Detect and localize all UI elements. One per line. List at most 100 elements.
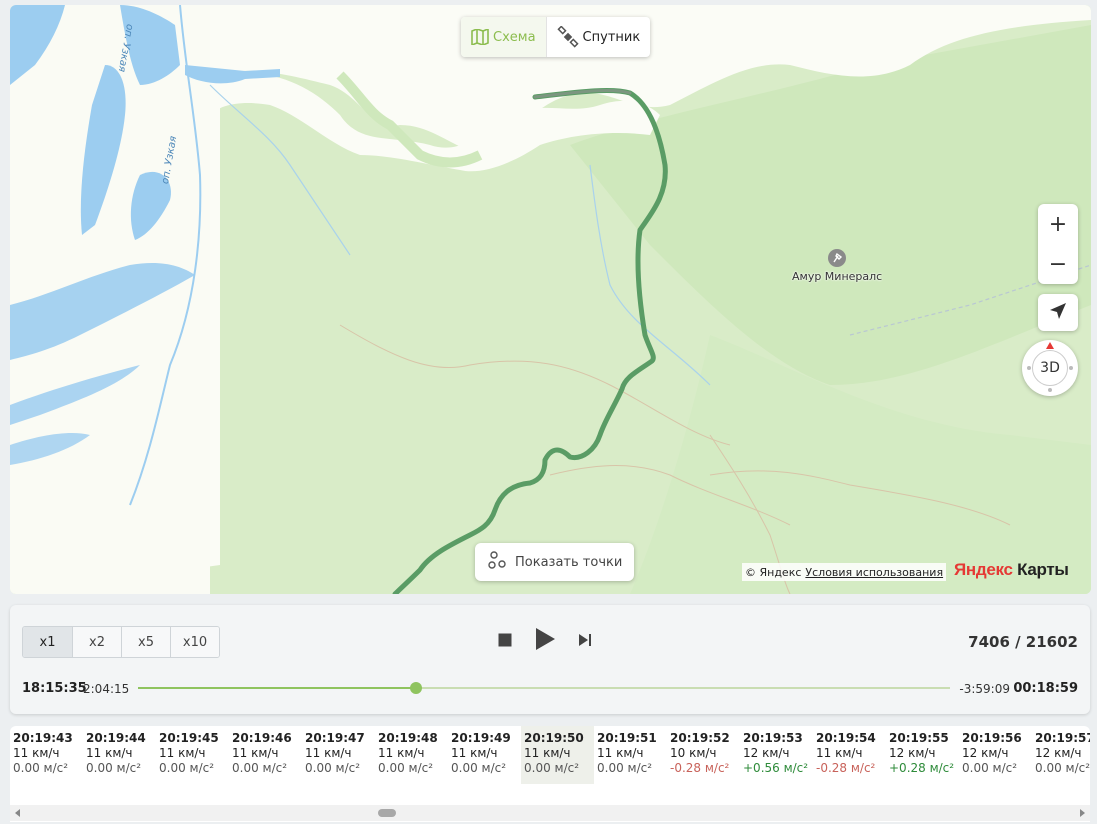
sample-time: 20:19:54	[816, 731, 876, 745]
sample-speed: 12 км/ч	[1035, 746, 1082, 760]
sample-time: 20:19:52	[670, 731, 730, 745]
progress-thumb[interactable]	[410, 682, 423, 694]
mining-poi-icon	[828, 249, 847, 267]
sample-time: 20:19:57	[1035, 731, 1090, 745]
sample-acceleration: 0.00 м/с²	[451, 761, 507, 775]
scrollbar-thumb[interactable]	[378, 809, 396, 817]
layer-scheme-button[interactable]: Схема	[461, 17, 546, 57]
sample-item[interactable]: 20:19:43 11 км/ч 0.00 м/с²	[10, 726, 83, 784]
sample-item[interactable]: 20:19:54 11 км/ч -0.28 м/с²	[813, 726, 886, 784]
satellite-icon	[556, 26, 579, 48]
zoom-control: + −	[1038, 204, 1078, 284]
sample-item[interactable]: 20:19:47 11 км/ч 0.00 м/с²	[302, 726, 375, 784]
sample-acceleration: 0.00 м/с²	[524, 761, 580, 775]
sample-acceleration: -0.28 м/с²	[816, 761, 876, 775]
sample-time: 20:19:49	[451, 731, 511, 745]
sample-item[interactable]: 20:19:56 12 км/ч 0.00 м/с²	[959, 726, 1032, 784]
sample-speed: 11 км/ч	[816, 746, 863, 760]
track-start-time: 18:15:35	[22, 681, 87, 696]
sample-item[interactable]: 20:19:53 12 км/ч +0.56 м/с²	[740, 726, 813, 784]
scroll-right-icon[interactable]	[1080, 809, 1085, 817]
terms-link[interactable]: Условия использования	[805, 566, 943, 579]
compass-north-icon	[1046, 342, 1054, 349]
sample-acceleration: 0.00 м/с²	[13, 761, 69, 775]
yandex-maps-logo[interactable]: Яндекс Карты	[954, 560, 1069, 580]
map-terrain	[10, 5, 1091, 594]
poi-amur-minerals[interactable]: Амур Минералс	[792, 249, 882, 283]
compass-3d-button[interactable]: 3D	[1022, 340, 1078, 396]
sample-item[interactable]: 20:19:45 11 км/ч 0.00 м/с²	[156, 726, 229, 784]
poi-label: Амур Минералс	[792, 270, 883, 283]
stop-button[interactable]	[498, 632, 512, 651]
map-layer-switch: Схема Спутник	[461, 17, 651, 57]
sample-speed: 12 км/ч	[962, 746, 1009, 760]
layer-satellite-label: Спутник	[582, 29, 641, 45]
progress-slider[interactable]	[138, 682, 950, 694]
sample-time: 20:19:50	[524, 731, 584, 745]
playback-controls	[498, 627, 592, 655]
map-attribution: © Яндекс Условия использования	[742, 563, 947, 581]
sample-time: 20:19:44	[86, 731, 146, 745]
brand-part1: Яндекс	[954, 560, 1013, 579]
show-points-button[interactable]: Показать точки	[475, 543, 635, 581]
map-viewport[interactable]: оп. Узкая оп. Узкая Схема Спутник Амур М…	[10, 5, 1091, 594]
sample-item[interactable]: 20:19:44 11 км/ч 0.00 м/с²	[83, 726, 156, 784]
points-icon	[487, 550, 507, 574]
sample-speed: 11 км/ч	[305, 746, 352, 760]
zoom-in-button[interactable]: +	[1038, 204, 1078, 244]
speed-x5-button[interactable]: x5	[121, 627, 170, 657]
sample-item[interactable]: 20:19:48 11 км/ч 0.00 м/с²	[375, 726, 448, 784]
sample-time: 20:19:43	[13, 731, 73, 745]
sample-speed: 11 км/ч	[524, 746, 571, 760]
skip-end-icon	[578, 632, 592, 651]
track-player: x1 x2 x5 x10 7406 / 21602 18:15:35 2:04:…	[10, 605, 1090, 714]
compass-dot-icon	[1027, 366, 1031, 370]
remaining-time: -3:59:09	[959, 682, 1010, 696]
horizontal-scrollbar[interactable]	[10, 805, 1090, 821]
sample-item[interactable]: 20:19:57 12 км/ч 0.00 м/с²	[1032, 726, 1090, 784]
sample-item[interactable]: 20:19:46 11 км/ч 0.00 м/с²	[229, 726, 302, 784]
sample-item[interactable]: 20:19:51 11 км/ч 0.00 м/с²	[594, 726, 667, 784]
sample-time: 20:19:53	[743, 731, 803, 745]
zoom-out-button[interactable]: −	[1038, 244, 1078, 284]
show-points-label: Показать точки	[515, 554, 623, 570]
locate-button[interactable]	[1038, 294, 1078, 331]
speed-selector: x1 x2 x5 x10	[22, 626, 220, 658]
sample-item[interactable]: 20:19:50 11 км/ч 0.00 м/с²	[521, 726, 594, 784]
scroll-left-icon[interactable]	[15, 809, 20, 817]
stop-icon	[498, 632, 512, 651]
sample-acceleration: 0.00 м/с²	[305, 761, 361, 775]
sample-acceleration: 0.00 м/с²	[86, 761, 142, 775]
sample-item[interactable]: 20:19:49 11 км/ч 0.00 м/с²	[448, 726, 521, 784]
speed-x1-button[interactable]: x1	[23, 627, 72, 657]
sample-acceleration: 0.00 м/с²	[378, 761, 434, 775]
play-button[interactable]	[534, 627, 556, 655]
play-icon	[534, 627, 556, 655]
speed-x2-button[interactable]: x2	[72, 627, 121, 657]
sample-speed: 11 км/ч	[159, 746, 206, 760]
sample-acceleration: +0.28 м/с²	[889, 761, 955, 775]
copyright-text: © Яндекс	[745, 565, 802, 579]
sample-item[interactable]: 20:19:52 10 км/ч -0.28 м/с²	[667, 726, 740, 784]
sample-speed: 11 км/ч	[451, 746, 498, 760]
sample-speed: 12 км/ч	[743, 746, 790, 760]
speed-x10-button[interactable]: x10	[170, 627, 219, 657]
sample-speed: 12 км/ч	[889, 746, 936, 760]
sample-acceleration: 0.00 м/с²	[597, 761, 653, 775]
sample-speed: 11 км/ч	[378, 746, 425, 760]
skip-end-button[interactable]	[578, 632, 592, 651]
sample-time: 20:19:45	[159, 731, 219, 745]
sample-acceleration: 0.00 м/с²	[159, 761, 215, 775]
sample-time: 20:19:47	[305, 731, 365, 745]
layer-satellite-button[interactable]: Спутник	[545, 17, 651, 57]
sample-acceleration: -0.28 м/с²	[670, 761, 730, 775]
sample-speed: 11 км/ч	[13, 746, 60, 760]
point-counter: 7406 / 21602	[968, 633, 1078, 651]
compass-label: 3D	[1032, 350, 1068, 386]
sample-speed: 11 км/ч	[597, 746, 644, 760]
sample-time: 20:19:48	[378, 731, 438, 745]
sample-time: 20:19:55	[889, 731, 949, 745]
brand-part2: Карты	[1012, 560, 1069, 579]
elapsed-time: 2:04:15	[83, 682, 130, 696]
sample-item[interactable]: 20:19:55 12 км/ч +0.28 м/с²	[886, 726, 959, 784]
